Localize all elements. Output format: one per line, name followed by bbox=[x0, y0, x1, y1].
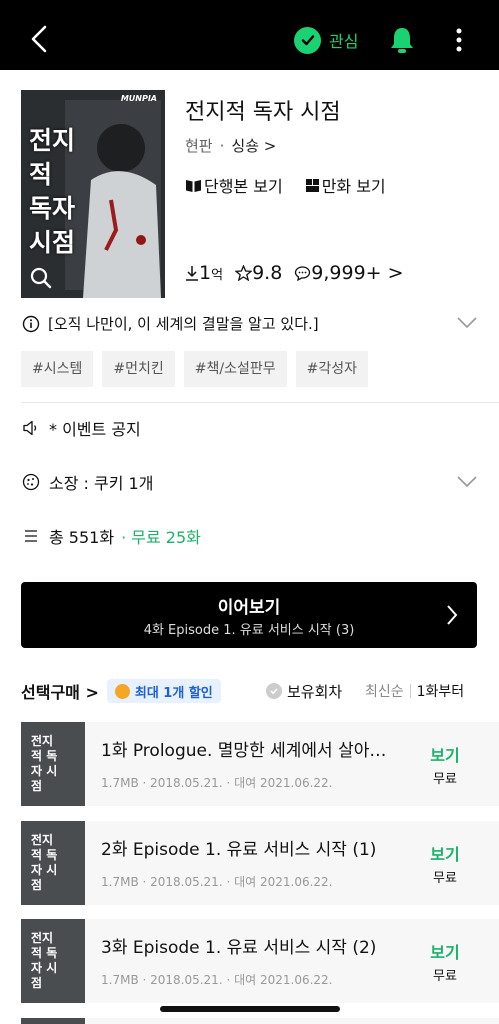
comments-button[interactable]: 9,999+ > bbox=[294, 262, 404, 284]
episode-meta: 1.7MB · 2018.05.21. · 대여 2021.06.22. bbox=[101, 776, 333, 790]
select-buy-button[interactable]: 선택구매 > bbox=[21, 679, 99, 703]
episode-view-button[interactable]: 보기 bbox=[421, 841, 469, 865]
format-links: 단행본 보기 만화 보기 bbox=[185, 173, 408, 197]
episode-thumbnail: 전지적 독자 시점 bbox=[21, 821, 85, 905]
rating-value: 9.8 bbox=[252, 262, 283, 284]
sort-separator bbox=[409, 684, 411, 698]
meta-separator: · bbox=[219, 136, 225, 155]
free-count: · 무료 25화 bbox=[121, 528, 201, 547]
check-icon bbox=[266, 683, 282, 699]
downloads-stat: 1억 bbox=[185, 262, 223, 284]
continue-subtitle: 4화 Episode 1. 유료 서비스 시작 (3) bbox=[143, 623, 355, 638]
check-icon bbox=[294, 26, 321, 54]
coin-icon bbox=[114, 683, 130, 699]
episode-thumb-title: 전지적 독자 시점 bbox=[31, 833, 58, 892]
chevron-down-icon[interactable] bbox=[456, 316, 478, 330]
cover-title: 전지적 독자 시점 bbox=[29, 126, 76, 257]
home-indicator[interactable] bbox=[160, 1006, 340, 1012]
sort-latest-button[interactable]: 최신순 bbox=[365, 681, 404, 701]
episode-view-button[interactable]: 보기 bbox=[421, 742, 469, 766]
cookie-icon bbox=[22, 473, 40, 491]
tag-list: #시스템 #먼치킨 #책/소설판무 #각성자 bbox=[21, 351, 377, 387]
favorite-button[interactable]: 관심 bbox=[294, 25, 358, 55]
synopsis-text: [오직 나만이, 이 세계의 결말을 알고 있다.] bbox=[48, 315, 319, 333]
owned-row[interactable]: 소장 : 쿠키 1개 bbox=[22, 470, 153, 494]
volume-view-button[interactable]: 단행본 보기 bbox=[185, 173, 283, 197]
continue-reading-button[interactable]: 이어보기 4화 Episode 1. 유료 서비스 시작 (3) bbox=[21, 582, 477, 648]
comic-view-button[interactable]: 만화 보기 bbox=[305, 173, 386, 197]
chevron-right-icon bbox=[447, 605, 458, 625]
comments-value: 9,999+ > bbox=[311, 262, 404, 284]
tag-item[interactable]: #각성자 bbox=[295, 351, 368, 387]
episode-meta: 1.7MB · 2018.05.21. · 대여 2021.06.22. bbox=[101, 973, 333, 987]
book-title: 전지적 독자 시점 bbox=[185, 100, 341, 125]
bell-icon[interactable] bbox=[389, 26, 415, 54]
episode-thumbnail bbox=[21, 1018, 85, 1024]
sort-first-button[interactable]: 1화부터 bbox=[417, 681, 465, 701]
synopsis-row[interactable]: [오직 나만이, 이 세계의 결말을 알고 있다.] bbox=[22, 313, 319, 334]
episode-thumbnail: 전지적 독자 시점 bbox=[21, 919, 85, 1003]
episode-meta: 1.7MB · 2018.05.21. · 대여 2021.06.22. bbox=[101, 875, 333, 889]
star-icon bbox=[235, 265, 253, 281]
owned-text: 소장 : 쿠키 1개 bbox=[49, 474, 154, 493]
book-stats: 1억 9.8 9,999+ > bbox=[185, 262, 416, 284]
back-arrow-icon[interactable] bbox=[26, 24, 54, 54]
tag-item[interactable]: #시스템 bbox=[21, 351, 94, 387]
volume-view-label: 단행본 보기 bbox=[204, 177, 283, 196]
tag-item[interactable]: #먼치킨 bbox=[102, 351, 175, 387]
owned-filter-toggle[interactable]: 보유회차 bbox=[266, 681, 342, 702]
downloads-unit: 억 bbox=[211, 267, 224, 283]
sort-options: 최신순 1화부터 bbox=[365, 681, 464, 701]
episode-thumbnail: 전지적 독자 시점 bbox=[21, 722, 85, 806]
total-count: 총 551화 bbox=[49, 528, 115, 547]
episode-thumb-title: 전지적 독자 시점 bbox=[31, 734, 58, 793]
discount-badge[interactable]: 최대 1개 할인 bbox=[106, 679, 221, 703]
episode-title: 2화 Episode 1. 유료 서비스 시작 (1) bbox=[101, 840, 377, 860]
book-cover[interactable]: MUNPIA 전지적 독자 시점 bbox=[21, 90, 165, 298]
search-icon[interactable] bbox=[29, 266, 53, 290]
event-notice-text: * 이벤트 공지 bbox=[49, 420, 141, 439]
episode-row[interactable]: 전지적 독자 시점 1화 Prologue. 멸망한 세계에서 살아남는 세 가… bbox=[21, 722, 499, 806]
episode-thumb-title: 전지적 독자 시점 bbox=[31, 931, 58, 990]
downloads-value: 1 bbox=[199, 262, 212, 284]
more-vertical-icon[interactable] bbox=[449, 27, 469, 53]
book-icon bbox=[186, 179, 201, 192]
tag-item[interactable]: #책/소설판무 bbox=[183, 351, 287, 387]
episode-row[interactable]: 전지적 독자 시점 3화 Episode 1. 유료 서비스 시작 (2) 1.… bbox=[21, 919, 499, 1003]
author-link[interactable]: 싱숑 > bbox=[231, 135, 276, 156]
discount-label: 최대 1개 할인 bbox=[134, 685, 213, 701]
cover-brand: MUNPIA bbox=[120, 94, 157, 103]
comment-icon bbox=[295, 266, 311, 281]
genre-label: 현판 bbox=[185, 137, 213, 155]
chevron-down-icon[interactable] bbox=[456, 475, 478, 489]
comic-icon bbox=[305, 178, 319, 192]
episode-list-header: 선택구매 > 최대 1개 할인 보유회차 최신순 1화부터 bbox=[21, 677, 477, 705]
list-icon bbox=[25, 530, 37, 542]
favorite-label: 관심 bbox=[329, 32, 359, 51]
episode-title: 1화 Prologue. 멸망한 세계에서 살아남는 세 가지 방법 bbox=[101, 741, 401, 761]
comic-view-label: 만화 보기 bbox=[321, 177, 386, 196]
divider bbox=[21, 402, 499, 403]
continue-title: 이어보기 bbox=[217, 598, 281, 618]
download-icon bbox=[186, 266, 198, 281]
episode-view-button[interactable]: 보기 bbox=[421, 939, 469, 963]
event-notice-row[interactable]: * 이벤트 공지 bbox=[22, 416, 141, 440]
rating-stat: 9.8 bbox=[235, 262, 282, 284]
owned-filter-label: 보유회차 bbox=[287, 682, 343, 701]
info-icon bbox=[22, 315, 40, 332]
episode-row[interactable]: 전지적 독자 시점 2화 Episode 1. 유료 서비스 시작 (1) 1.… bbox=[21, 821, 499, 905]
episode-price: 무료 bbox=[433, 969, 457, 984]
episode-price: 무료 bbox=[433, 772, 457, 787]
total-episodes-row: 총 551화 · 무료 25화 bbox=[22, 524, 201, 548]
speaker-icon bbox=[23, 420, 37, 436]
episode-price: 무료 bbox=[433, 871, 457, 886]
episode-row[interactable] bbox=[21, 1018, 499, 1024]
top-bar: 관심 bbox=[0, 0, 499, 70]
book-meta: 현판 · 싱숑 > bbox=[185, 135, 276, 156]
episode-title: 3화 Episode 1. 유료 서비스 시작 (2) bbox=[101, 938, 377, 958]
